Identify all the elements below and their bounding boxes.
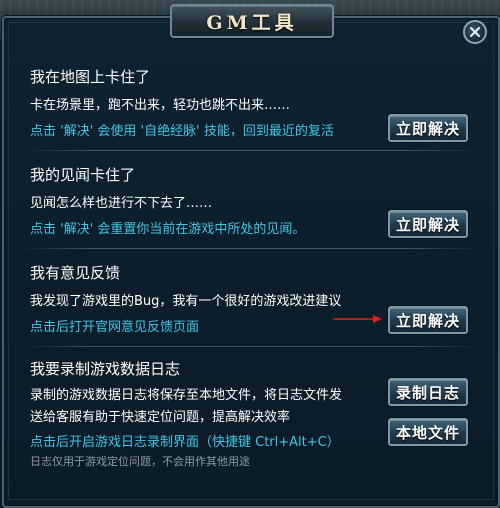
section-description-line2: 送给客服有助于快速定位问题，提高解决效率 xyxy=(30,410,291,425)
section-title: 我在地图上卡住了 xyxy=(30,68,151,86)
record-log-button[interactable]: 录制日志 xyxy=(388,378,468,406)
resolve-button-stuck-on-map[interactable]: 立即解决 xyxy=(388,114,468,142)
section-description: 我发现了游戏里的Bug，我有一个很好的游戏改进建议 xyxy=(30,294,342,309)
section-title: 我有意见反馈 xyxy=(30,264,121,282)
section-description-line1: 录制的游戏数据日志将保存至本地文件，将日志文件发 xyxy=(30,388,343,403)
section-description: 卡在场景里，跑不出来，轻功也跳不出来…… xyxy=(30,98,291,113)
close-button[interactable] xyxy=(463,20,487,44)
resolve-button-quest-stuck[interactable]: 立即解决 xyxy=(388,210,468,238)
section-hint: 点击 '解决' 会使用 '自绝经脉' 技能，回到最近的复活 xyxy=(30,124,334,139)
section-note: 日志仅用于游戏定位问题，不会用作其他用途 xyxy=(30,455,250,468)
section-description: 见闻怎么样也进行不下去了…… xyxy=(30,196,213,211)
section-hint: 点击 '解决' 会重置你当前在游戏中所处的见闻。 xyxy=(30,222,306,237)
section-title: 我要录制游戏数据日志 xyxy=(30,360,181,378)
section-divider xyxy=(20,248,480,249)
section-title: 我的见闻卡住了 xyxy=(30,166,136,184)
section-hint: 点击后开启游戏日志录制界面（快捷键 Ctrl+Alt+C） xyxy=(30,435,340,450)
window-title: GM工具 xyxy=(206,11,298,34)
section-hint: 点击后打开官网意见反馈页面 xyxy=(30,320,200,335)
title-plate: GM工具 xyxy=(170,4,334,38)
annotation-arrow-icon xyxy=(333,315,382,323)
section-divider xyxy=(20,150,480,151)
close-icon xyxy=(470,27,480,37)
local-file-button[interactable]: 本地文件 xyxy=(388,418,468,446)
section-divider xyxy=(20,346,480,347)
resolve-button-feedback[interactable]: 立即解决 xyxy=(388,306,468,334)
